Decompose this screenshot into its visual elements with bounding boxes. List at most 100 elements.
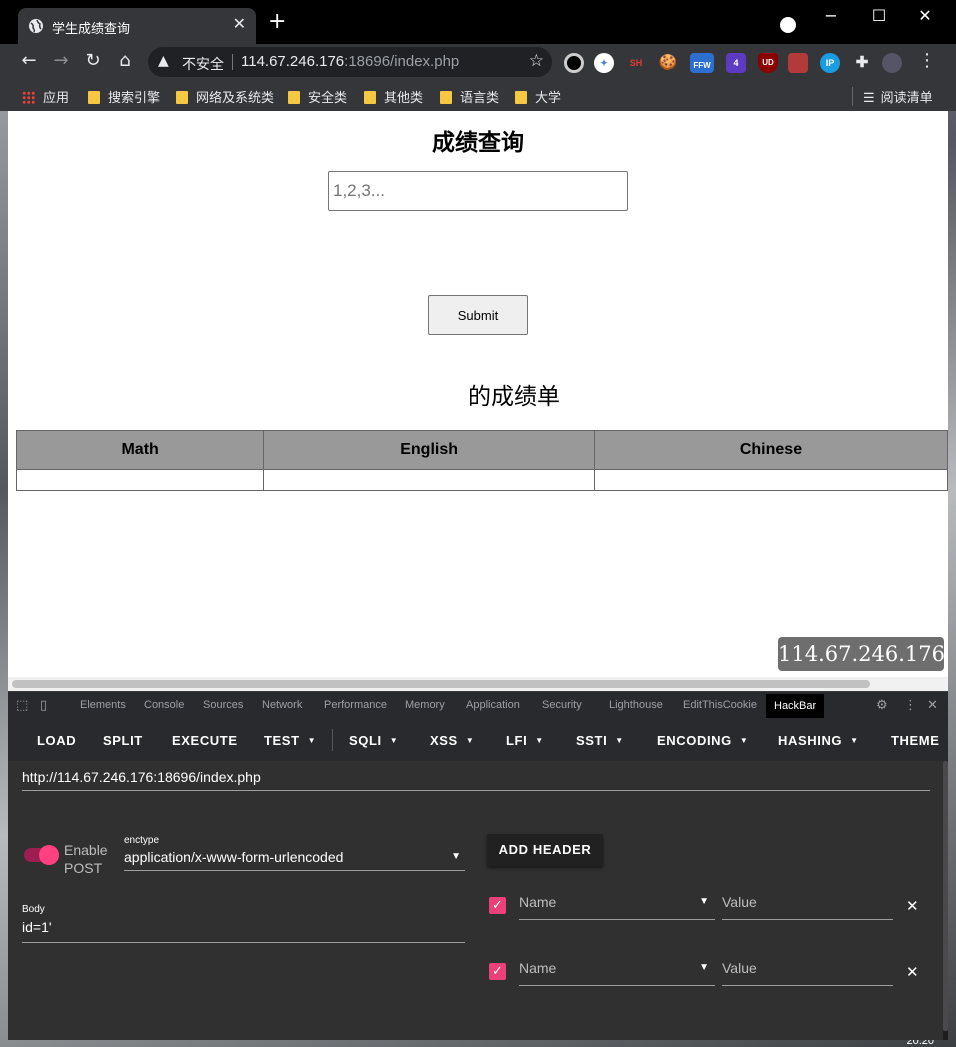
bookmark-folder-security[interactable]: 安全类 — [288, 87, 347, 106]
bookmark-folder-language[interactable]: 语言类 — [440, 87, 499, 106]
settings-gear-icon[interactable]: ⚙ — [876, 698, 888, 713]
id-input[interactable] — [328, 171, 628, 211]
enctype-label: enctype — [124, 835, 160, 846]
devtools-tab-editthiscookie[interactable]: EditThisCookie — [683, 699, 757, 711]
reading-list[interactable]: ☰ 阅读清单 — [852, 87, 933, 106]
devtools-tab-console[interactable]: Console — [144, 699, 184, 711]
enctype-select[interactable]: application/x-www-form-urlencoded ▼ — [124, 849, 465, 871]
browser-window: 学生成绩查询 ✕ + − ☐ ✕ ← → ↻ ⌂ ▲ 不安全 114.67.24… — [0, 0, 956, 1040]
download-indicator-icon[interactable] — [780, 17, 796, 33]
hackbar-test-menu[interactable]: TEST ▼ — [264, 733, 316, 748]
devtools-tab-performance[interactable]: Performance — [324, 699, 387, 711]
hackbar-sqli-menu[interactable]: SQLI ▼ — [349, 733, 398, 748]
bookmarks-bar: 应用 搜索引擎 网络及系统类 安全类 其他类 语言类 大学 ☰ 阅读清单 — [0, 80, 956, 111]
extension-ip-icon[interactable]: IP — [820, 53, 840, 73]
reading-list-label: 阅读清单 — [880, 90, 933, 105]
home-icon[interactable]: ⌂ — [114, 51, 136, 71]
header-enabled-checkbox[interactable]: ✓ — [489, 897, 506, 914]
devtools-tab-sources[interactable]: Sources — [203, 699, 243, 711]
ip-overlay-badge: 114.67.246.176 — [778, 637, 945, 671]
new-tab-icon[interactable]: + — [268, 11, 286, 33]
horizontal-scrollbar[interactable] — [8, 677, 948, 691]
extension-circle-icon[interactable] — [564, 53, 584, 73]
bookmark-label: 其他类 — [384, 90, 424, 105]
page-title: 成绩查询 — [432, 129, 524, 155]
header-value-field[interactable]: Value — [722, 894, 893, 920]
tab-close-icon[interactable]: ✕ — [233, 14, 246, 33]
folder-icon — [288, 91, 300, 104]
extensions-puzzle-icon[interactable]: ✚ — [852, 53, 872, 73]
address-bar[interactable]: ▲ 不安全 114.67.246.176:18696/index.php ☆ — [148, 47, 552, 77]
devtools-tab-lighthouse[interactable]: Lighthouse — [609, 699, 663, 711]
devtools-more-icon[interactable]: ⋮ — [904, 698, 917, 713]
dropdown-arrow-icon: ▼ — [307, 736, 317, 745]
bookmark-apps[interactable]: 应用 — [22, 87, 69, 106]
warning-icon[interactable]: ▲ — [158, 53, 169, 69]
maximize-icon[interactable]: ☐ — [864, 6, 894, 25]
bookmark-folder-network[interactable]: 网络及系统类 — [176, 87, 274, 106]
back-icon[interactable]: ← — [18, 51, 40, 71]
label-line: POST — [64, 860, 103, 876]
minimize-icon[interactable]: − — [816, 6, 846, 25]
devtools-tab-application[interactable]: Application — [466, 699, 520, 711]
devtools-tab-memory[interactable]: Memory — [405, 699, 445, 711]
bookmark-star-icon[interactable]: ☆ — [529, 51, 544, 71]
bookmark-folder-university[interactable]: 大学 — [515, 87, 561, 106]
extension-bird-icon[interactable]: ✦ — [594, 53, 614, 73]
add-header-button[interactable]: ADD HEADER — [487, 834, 603, 866]
extension-badge-icon[interactable]: 4 — [726, 53, 746, 73]
header-remove-icon[interactable]: ✕ — [906, 897, 919, 915]
bookmark-folder-search[interactable]: 搜索引擎 — [88, 87, 160, 106]
forward-icon[interactable]: → — [50, 51, 72, 71]
tab-title: 学生成绩查询 — [52, 21, 131, 36]
close-window-icon[interactable]: ✕ — [910, 6, 940, 25]
devtools-tab-security[interactable]: Security — [542, 699, 582, 711]
header-name-select[interactable]: Name ▼ — [519, 960, 715, 986]
submit-button[interactable]: Submit — [428, 295, 528, 335]
header-remove-icon[interactable]: ✕ — [906, 963, 919, 981]
menu-label: HASHING — [778, 733, 843, 748]
scrollbar-thumb[interactable] — [943, 761, 948, 1031]
reload-icon[interactable]: ↻ — [82, 51, 104, 71]
devtools-tab-hackbar[interactable]: HackBar — [766, 694, 825, 718]
extension-tabs-icon[interactable] — [788, 53, 808, 73]
url-text[interactable]: 114.67.246.176:18696/index.php — [241, 53, 459, 70]
bookmark-folder-other[interactable]: 其他类 — [364, 87, 423, 106]
hackbar-url-field[interactable]: http://114.67.246.176:18696/index.php — [22, 769, 930, 791]
folder-icon — [88, 91, 100, 104]
folder-icon — [440, 91, 452, 104]
title-bar: 学生成绩查询 ✕ + − ☐ ✕ — [0, 0, 956, 44]
device-toolbar-icon[interactable]: ▯ — [40, 698, 47, 713]
devtools-tab-elements[interactable]: Elements — [80, 699, 126, 711]
browser-tab[interactable]: 学生成绩查询 ✕ — [18, 8, 256, 44]
enable-post-toggle[interactable] — [39, 845, 59, 865]
hackbar-ssti-menu[interactable]: SSTI ▼ — [576, 733, 624, 748]
profile-avatar[interactable] — [882, 53, 902, 73]
inspect-element-icon[interactable]: ⬚ — [16, 698, 28, 713]
address-divider — [232, 54, 233, 70]
devtools-close-icon[interactable]: ✕ — [927, 698, 938, 713]
hackbar-split-button[interactable]: SPLIT — [103, 733, 143, 748]
hackbar-theme-menu[interactable]: THEME — [891, 733, 940, 748]
dropdown-arrow-icon: ▼ — [739, 736, 749, 745]
table-cell — [593, 469, 948, 491]
hackbar-execute-button[interactable]: EXECUTE — [172, 733, 238, 748]
ublock-icon[interactable]: UD — [758, 53, 778, 73]
hackbar-lfi-menu[interactable]: LFI ▼ — [506, 733, 544, 748]
devtools-tab-network[interactable]: Network — [262, 699, 302, 711]
header-enabled-checkbox[interactable]: ✓ — [489, 963, 506, 980]
hackbar-xss-menu[interactable]: XSS ▼ — [430, 733, 474, 748]
more-menu-icon[interactable]: ⋮ — [916, 51, 938, 71]
extension-sh-icon[interactable]: SH — [626, 53, 646, 73]
header-name-select[interactable]: Name ▼ — [519, 894, 715, 920]
header-value-field[interactable]: Value — [722, 960, 893, 986]
post-body-field[interactable]: id=1' — [22, 919, 465, 943]
extension-ffw-icon[interactable]: FFW — [690, 53, 714, 73]
vertical-scrollbar[interactable] — [943, 761, 948, 1040]
cookie-icon[interactable]: 🍪 — [658, 53, 678, 73]
hackbar-encoding-menu[interactable]: ENCODING ▼ — [657, 733, 748, 748]
security-label[interactable]: 不安全 — [182, 54, 224, 74]
hackbar-hashing-menu[interactable]: HASHING ▼ — [778, 733, 859, 748]
scrollbar-thumb[interactable] — [12, 680, 870, 688]
hackbar-load-button[interactable]: LOAD — [37, 733, 76, 748]
